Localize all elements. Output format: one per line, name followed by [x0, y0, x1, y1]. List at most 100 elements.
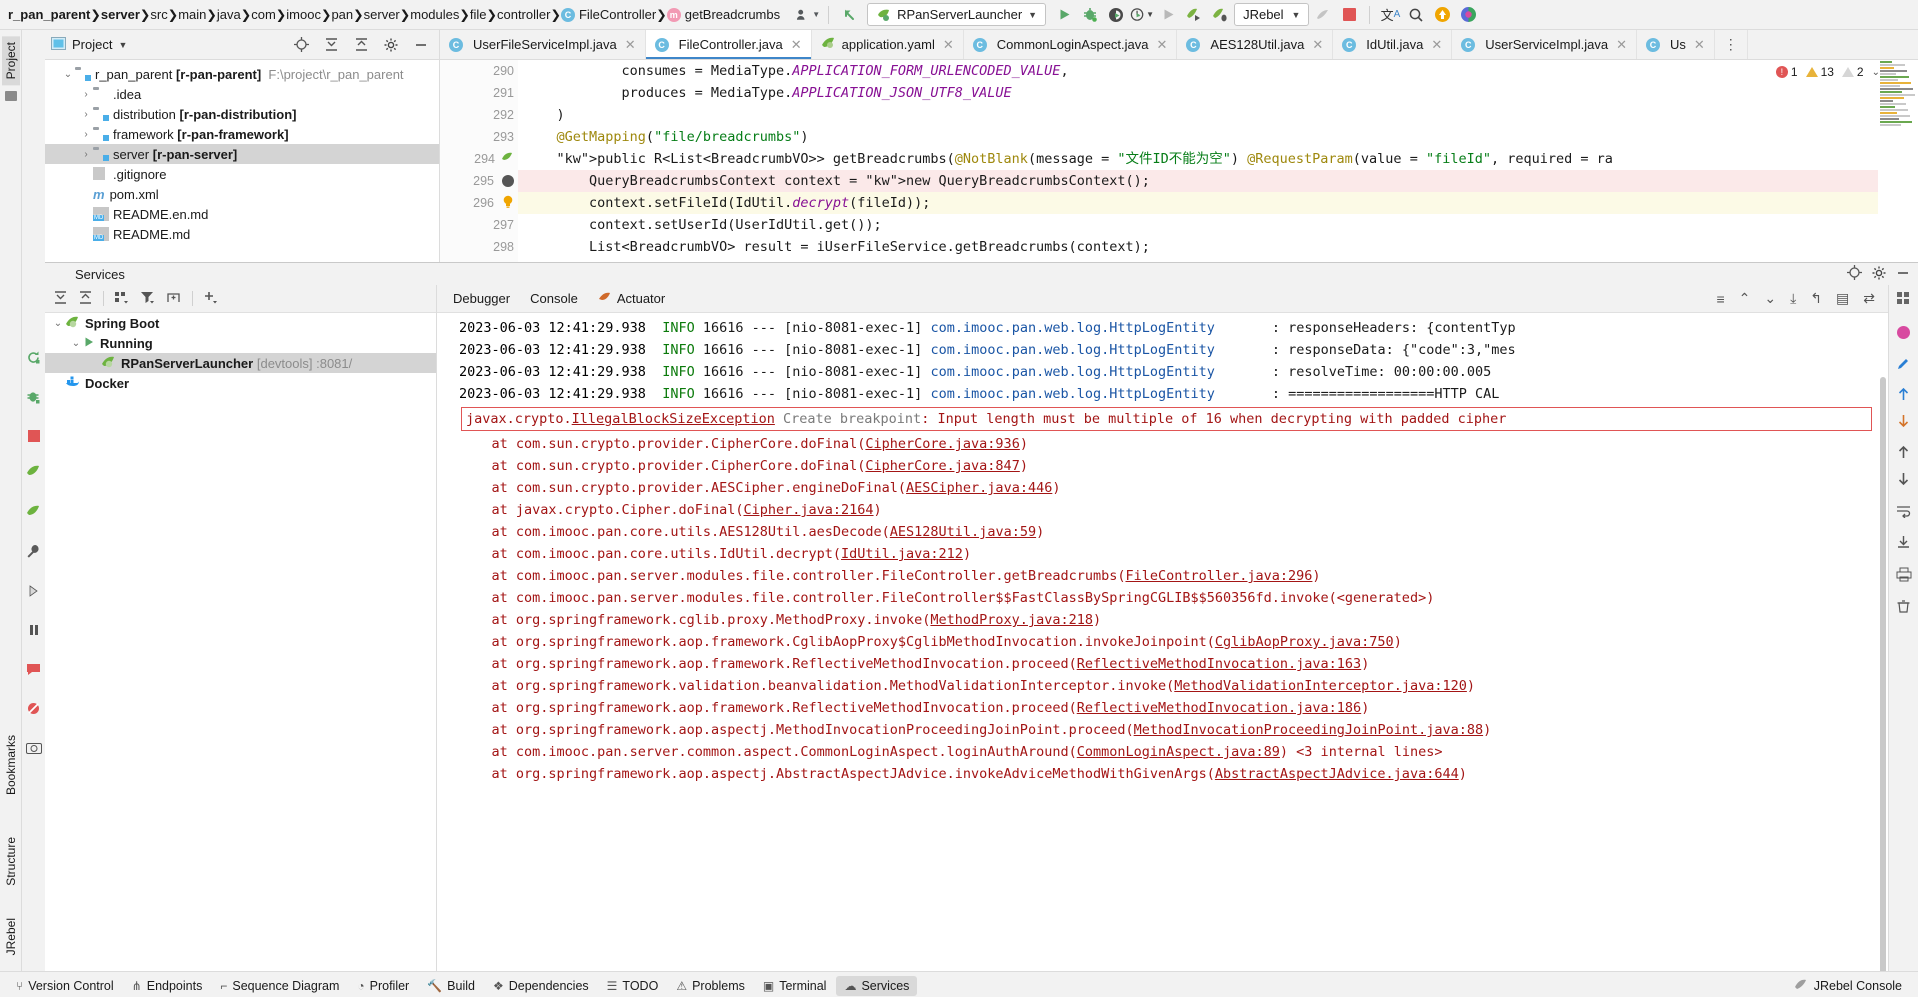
jrebel-console-button[interactable]: JRebel Console [1786, 975, 1910, 997]
gutter-line-296[interactable]: 296 [440, 192, 518, 214]
code-line-297[interactable]: context.setUserId(UserIdUtil.get()); [518, 214, 1878, 236]
table-icon[interactable]: ▤ [1829, 290, 1856, 307]
comment-icon[interactable] [26, 662, 41, 679]
chevron-down-icon[interactable]: ⌄ [1872, 67, 1880, 78]
gutter-line-290[interactable]: 290 [440, 60, 518, 82]
console-tab-debugger[interactable]: Debugger [443, 288, 520, 309]
close-icon[interactable]: ✕ [1431, 37, 1442, 53]
pause-icon[interactable] [27, 623, 41, 640]
tree-expand-arrow[interactable]: ⌄ [51, 318, 65, 329]
ai-assistant-icon[interactable] [1896, 325, 1911, 343]
bottom-tab-services[interactable]: ☁ Services [836, 975, 918, 996]
run-step-icon[interactable] [27, 584, 41, 601]
project-tree-row[interactable]: ⌄ r_pan_parent [r-pan-parent] F:\project\… [45, 64, 439, 84]
breadcrumb-item-server[interactable]: server [101, 7, 140, 22]
bottom-tab-terminal[interactable]: ▣ Terminal [755, 976, 835, 996]
soft-wrap-icon[interactable]: ≡ [1709, 291, 1731, 307]
stack-frame-link[interactable]: CipherCore.java:847 [865, 458, 1019, 474]
jrebel-selector[interactable]: JRebel ▼ [1234, 3, 1310, 26]
create-breakpoint-link[interactable]: Create breakpoint [783, 411, 921, 427]
close-icon[interactable]: ✕ [791, 37, 802, 53]
project-tree-row[interactable]: › .idea [45, 84, 439, 104]
arrow-down-2-icon[interactable] [1896, 471, 1911, 489]
group-by-icon[interactable] [114, 290, 130, 308]
tree-expand-arrow[interactable]: ⌄ [69, 338, 83, 349]
tree-expand-arrow[interactable]: › [79, 89, 93, 100]
stack-frame-link[interactable]: ReflectiveMethodInvocation.java:163 [1077, 656, 1361, 672]
hide-panel-icon[interactable] [1896, 266, 1910, 283]
print-icon[interactable] [1896, 567, 1912, 585]
editor-tabs-more-icon[interactable]: ⋮ [1715, 30, 1748, 59]
gear-icon[interactable] [379, 33, 403, 57]
breakpoint-icon[interactable] [502, 175, 514, 187]
editor-tab-userfileserviceimpl-java[interactable]: C UserFileServiceImpl.java ✕ [440, 30, 646, 59]
stack-frame-link[interactable]: Cipher.java:2164 [743, 502, 873, 518]
code-line-290[interactable]: consumes = MediaType.APPLICATION_FORM_UR… [518, 60, 1878, 82]
spring-icon-1[interactable] [26, 464, 41, 482]
project-tree-row[interactable]: README.md [45, 224, 439, 244]
translate-icon[interactable]: 文A [1378, 3, 1402, 27]
search-everywhere-icon[interactable] [1404, 3, 1428, 27]
project-tree-row[interactable]: README.en.md [45, 204, 439, 224]
down-icon[interactable]: ⌄ [1757, 290, 1783, 307]
stack-frame-link[interactable]: IdUtil.java:212 [841, 546, 963, 562]
close-icon[interactable]: ✕ [1312, 37, 1323, 53]
breadcrumb-item-getbreadcrumbs[interactable]: m getBreadcrumbs [666, 7, 780, 22]
bottom-tab-version-control[interactable]: ⑂ Version Control [8, 976, 122, 996]
run-configuration-selector[interactable]: RPanServerLauncher ▼ [867, 3, 1047, 26]
chevron-down-icon[interactable]: ▼ [118, 40, 127, 50]
arrow-up-icon[interactable] [1896, 387, 1911, 405]
bottom-tab-build[interactable]: 🔨 Build [419, 976, 483, 996]
wrench-icon[interactable] [26, 544, 41, 562]
tree-expand-arrow[interactable]: › [79, 109, 93, 120]
breadcrumb-item-modules[interactable]: modules [410, 7, 459, 22]
code-line-298[interactable]: List<BreadcrumbVO> result = iUserFileSer… [518, 236, 1878, 258]
editor-tab-idutil-java[interactable]: C IdUtil.java ✕ [1333, 30, 1453, 59]
breadcrumb-item-controller[interactable]: controller [497, 7, 550, 22]
stop-icon[interactable] [1337, 3, 1361, 27]
bottom-tab-dependencies[interactable]: ❖ Dependencies [485, 976, 597, 996]
stack-frame-link[interactable]: FileController.java:296 [1125, 568, 1312, 584]
stack-frame-link[interactable]: AES128Util.java:59 [890, 524, 1036, 540]
update-project-icon[interactable] [1430, 3, 1454, 27]
stack-frame-link[interactable]: CommonLoginAspect.java:89 [1077, 744, 1280, 760]
trash-icon[interactable] [1896, 599, 1911, 617]
code-content[interactable]: consumes = MediaType.APPLICATION_FORM_UR… [518, 60, 1878, 262]
end-icon[interactable]: ⤓ [1783, 290, 1803, 307]
stack-frame-link[interactable]: CipherCore.java:936 [865, 436, 1019, 452]
gutter-line-293[interactable]: 293 [440, 126, 518, 148]
services-tree-row[interactable]: RPanServerLauncher [devtools] :8081/ [45, 353, 436, 373]
gutter-line-291[interactable]: 291 [440, 82, 518, 104]
compare-icon[interactable]: ⇄ [1856, 290, 1882, 307]
camera-icon[interactable] [25, 741, 42, 757]
gutter-line-292[interactable]: 292 [440, 104, 518, 126]
console-text[interactable]: 2023-06-03 12:41:29.938 INFO 16616 --- [… [459, 317, 1878, 971]
export-icon[interactable] [1896, 535, 1911, 553]
breadcrumb-item-pan[interactable]: pan [331, 7, 353, 22]
breadcrumb-item-server[interactable]: server [364, 7, 400, 22]
tree-expand-arrow[interactable]: › [79, 149, 93, 160]
collapse-all-icon[interactable] [349, 33, 373, 57]
add-tab-icon[interactable] [166, 290, 182, 308]
close-icon[interactable]: ✕ [1694, 37, 1705, 53]
services-grid-icon[interactable] [1896, 291, 1911, 309]
editor-minimap[interactable] [1878, 60, 1918, 262]
editor-tab-us[interactable]: C Us ✕ [1637, 30, 1715, 59]
breadcrumb-item-imooc[interactable]: imooc [286, 7, 321, 22]
services-settings-target-icon[interactable] [1847, 265, 1862, 283]
bottom-tab-sequence-diagram[interactable]: ⌐ Sequence Diagram [212, 976, 347, 996]
breadcrumb-item-src[interactable]: src [150, 7, 167, 22]
project-tree-row[interactable]: › framework [r-pan-framework] [45, 124, 439, 144]
filter-icon[interactable] [140, 290, 156, 308]
gutter-line-295[interactable]: 295 [440, 170, 518, 192]
services-tree-row[interactable]: ⌄ Spring Boot [45, 313, 436, 333]
editor-gutter[interactable]: 290 291 292 293 294 295 296 297 298 [440, 60, 518, 262]
spring-endpoint-icon[interactable] [501, 151, 514, 167]
debug-icon[interactable] [1078, 3, 1102, 27]
stop-services-icon[interactable] [27, 430, 40, 442]
close-icon[interactable]: ✕ [1616, 37, 1627, 53]
console-tab-actuator[interactable]: Actuator [588, 288, 675, 310]
stack-frame-link[interactable]: ReflectiveMethodInvocation.java:186 [1077, 700, 1361, 716]
stack-frame-link[interactable]: AESCipher.java:446 [906, 480, 1052, 496]
code-line-296[interactable]: context.setFileId(IdUtil.decrypt(fileId)… [518, 192, 1878, 214]
